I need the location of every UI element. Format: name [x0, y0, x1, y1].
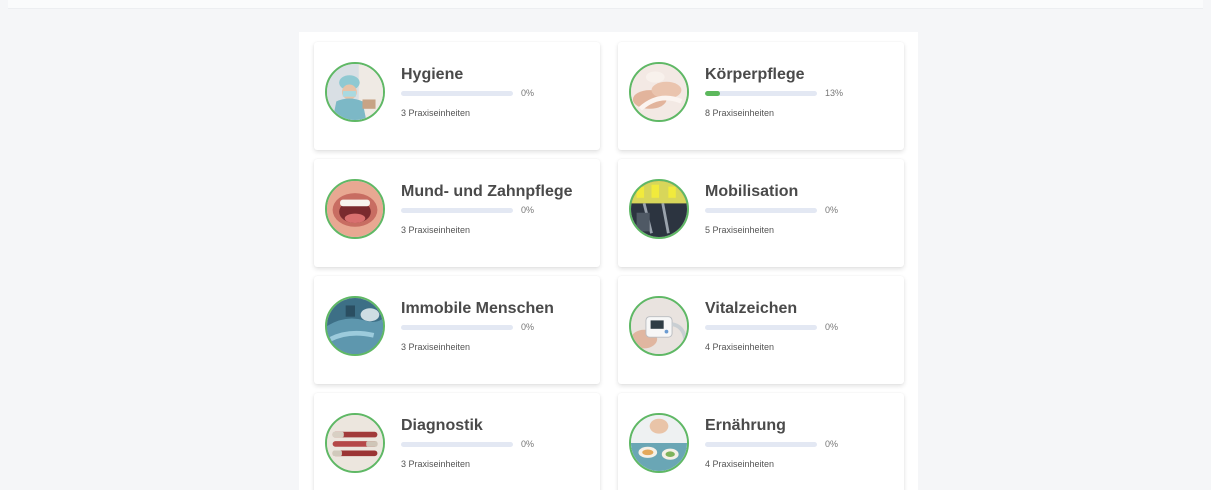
progress-bar [401, 91, 513, 96]
top-bar [8, 0, 1203, 9]
course-card-immobile-menschen[interactable]: Immobile Menschen 0% 3 Praxiseinheiten [314, 276, 600, 384]
progress-label: 0% [521, 88, 535, 98]
progress-bar [401, 208, 513, 213]
units-count: 3 Praxiseinheiten [401, 459, 471, 469]
progress-label: 0% [825, 439, 839, 449]
mobility-equipment-photo [631, 181, 687, 237]
course-card-mobilisation[interactable]: Mobilisation 0% 5 Praxiseinheiten [618, 159, 904, 267]
meal-tray-photo [631, 415, 687, 471]
course-title: Körperpflege [705, 66, 805, 83]
course-card-hygiene[interactable]: Hygiene 0% 3 Praxiseinheiten [314, 42, 600, 150]
units-count: 8 Praxiseinheiten [705, 108, 775, 118]
progress-bar [705, 91, 817, 96]
blood-pressure-monitor-photo [631, 298, 687, 354]
course-card-mund-zahnpflege[interactable]: Mund- und Zahnpflege 0% 3 Praxiseinheite… [314, 159, 600, 267]
progress-bar [705, 442, 817, 447]
bedridden-patient-photo [327, 298, 383, 354]
course-card-vitalzeichen[interactable]: Vitalzeichen 0% 4 Praxiseinheiten [618, 276, 904, 384]
course-thumbnail [325, 413, 385, 473]
units-count: 3 Praxiseinheiten [401, 225, 471, 235]
progress-label: 0% [521, 439, 535, 449]
course-title: Mobilisation [705, 183, 799, 200]
units-count: 4 Praxiseinheiten [705, 459, 775, 469]
progress-bar [401, 442, 513, 447]
course-title: Vitalzeichen [705, 300, 798, 317]
units-count: 3 Praxiseinheiten [401, 342, 471, 352]
course-card-diagnostik[interactable]: Diagnostik 0% 3 Praxiseinheiten [314, 393, 600, 490]
progress-bar [705, 325, 817, 330]
course-thumbnail [629, 179, 689, 239]
course-title: Ernährung [705, 417, 786, 434]
blood-sample-tubes-photo [327, 415, 383, 471]
course-card-ernaehrung[interactable]: Ernährung 0% 4 Praxiseinheiten [618, 393, 904, 490]
units-count: 3 Praxiseinheiten [401, 108, 471, 118]
progress-label: 0% [521, 205, 535, 215]
course-thumbnail [629, 296, 689, 356]
course-title: Diagnostik [401, 417, 483, 434]
progress-bar [401, 325, 513, 330]
nurse-hygiene-photo [327, 64, 383, 120]
course-card-koerperpflege[interactable]: Körperpflege 13% 8 Praxiseinheiten [618, 42, 904, 150]
progress-bar-fill [705, 91, 720, 96]
course-grid: Hygiene 0% 3 Praxiseinheiten Körperpfleg… [299, 32, 918, 490]
course-thumbnail [325, 179, 385, 239]
hand-care-photo [631, 64, 687, 120]
course-title: Hygiene [401, 66, 464, 83]
progress-label: 0% [825, 322, 839, 332]
course-thumbnail [325, 62, 385, 122]
course-title: Mund- und Zahnpflege [401, 183, 573, 200]
units-count: 4 Praxiseinheiten [705, 342, 775, 352]
progress-bar [705, 208, 817, 213]
course-thumbnail [629, 62, 689, 122]
course-thumbnail [629, 413, 689, 473]
progress-label: 13% [825, 88, 844, 98]
open-mouth-photo [327, 181, 383, 237]
progress-label: 0% [521, 322, 535, 332]
course-title: Immobile Menschen [401, 300, 554, 317]
progress-label: 0% [825, 205, 839, 215]
units-count: 5 Praxiseinheiten [705, 225, 775, 235]
course-thumbnail [325, 296, 385, 356]
